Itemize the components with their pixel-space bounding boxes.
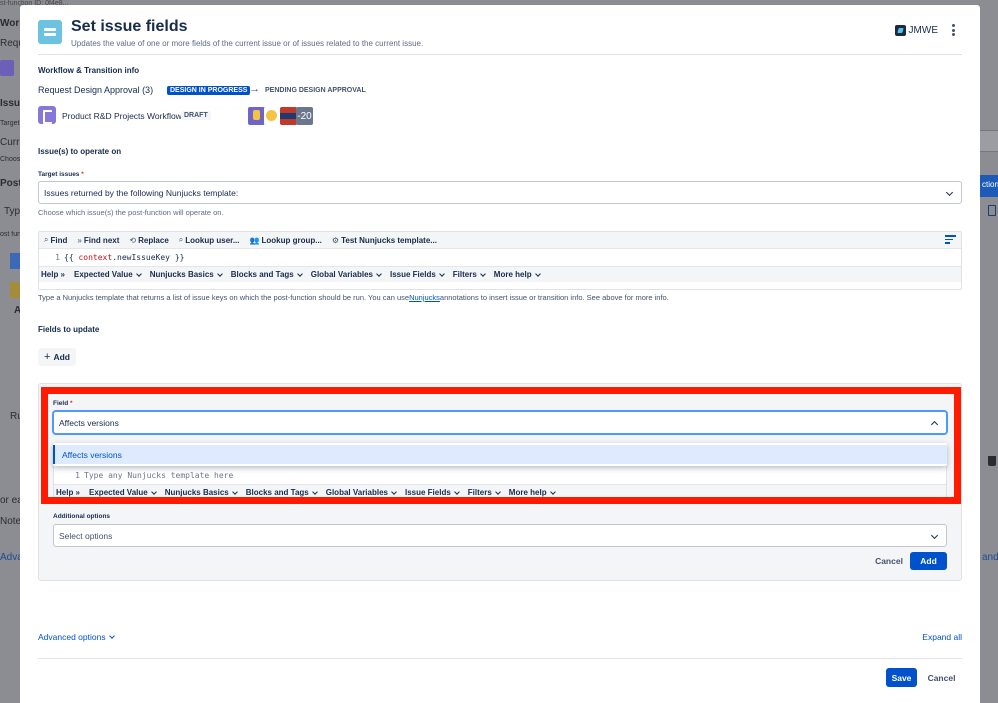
- target-issues-select[interactable]: Issues returned by the following Nunjuck…: [38, 181, 962, 204]
- modal-subtitle: Updates the value of one or more fields …: [71, 39, 424, 48]
- find-next-button[interactable]: » Find next: [77, 236, 119, 245]
- expected-value-menu[interactable]: Expected Value: [74, 270, 142, 279]
- header-divider: [38, 54, 962, 55]
- chevron-down-icon: [945, 188, 954, 197]
- additional-options-label: Additional options: [53, 513, 111, 520]
- footer-divider: [38, 658, 962, 659]
- panel-add-button[interactable]: Add: [910, 552, 947, 570]
- global-variables-menu[interactable]: Global Variables: [311, 270, 382, 279]
- target-issues-helper: Choose which issue(s) the post-function …: [38, 208, 224, 217]
- editor-toolbar: ⌕ Find » Find next ⟲ Replace ⌕ Lookup user..…: [39, 232, 961, 249]
- blocks-tags-menu[interactable]: Blocks and Tags: [231, 270, 303, 279]
- bg-text: ction: [982, 180, 998, 189]
- avatar[interactable]: [248, 107, 265, 125]
- group-icon: 👥: [249, 235, 260, 245]
- help-menu[interactable]: Help »: [41, 270, 65, 279]
- arrow-right-icon: →: [249, 83, 260, 95]
- fields-section-title: Fields to update: [38, 325, 100, 334]
- find-button[interactable]: ⌕ Find: [44, 235, 67, 245]
- chevron-down-icon: [376, 270, 382, 277]
- avatar-group[interactable]: -20: [248, 107, 313, 125]
- modal-title: Set issue fields: [71, 18, 188, 35]
- bg-text: ost fun: [0, 231, 22, 238]
- target-issues-label: Target issues *: [38, 171, 84, 178]
- transition-name: Request Design Approval (3): [38, 85, 154, 95]
- from-status-lozenge: DESIGN IN PROGRESS: [167, 86, 251, 95]
- replace-icon: ⟲: [129, 235, 137, 245]
- set-issue-fields-modal: Set issue fields Updates the value of on…: [20, 5, 980, 703]
- chevron-down-icon: [534, 270, 541, 277]
- code-text[interactable]: {{ context.newIssueKey }}: [64, 253, 184, 262]
- workflow-state-lozenge: DRAFT: [181, 111, 211, 120]
- chevron-down-icon: [479, 270, 486, 277]
- gear-icon: ⚙: [331, 235, 340, 245]
- chevron-down-icon: [216, 270, 223, 277]
- template-helper: Type a Nunjucks template that returns a …: [38, 293, 669, 302]
- workflow-name: Product R&D Projects Workflow: [62, 111, 182, 121]
- target-issues-value: Issues returned by the following Nunjuck…: [44, 187, 239, 198]
- jmwe-logo-icon: [894, 25, 906, 36]
- cancel-button[interactable]: Cancel: [923, 668, 960, 687]
- chevron-up-icon: [930, 420, 939, 429]
- chevron-down-icon: [135, 270, 142, 277]
- bg-doc-icon: [988, 205, 996, 216]
- to-status-lozenge: PENDING DESIGN APPROVAL: [265, 87, 366, 94]
- chevrons-right-icon: »: [77, 235, 82, 245]
- workflow-section-title: Workflow & Transition info: [38, 66, 140, 75]
- nunjucks-editor[interactable]: ⌕ Find » Find next ⟲ Replace ⌕ Lookup user..…: [38, 231, 962, 290]
- expand-all-link[interactable]: Expand all: [922, 632, 962, 642]
- search-icon: ⌕: [44, 235, 49, 244]
- plus-icon: +: [44, 351, 51, 363]
- add-field-button[interactable]: + Add: [38, 348, 76, 366]
- more-help-menu[interactable]: More help: [494, 270, 541, 279]
- lookup-user-button[interactable]: ⌕ Lookup user...: [179, 235, 240, 245]
- bg-text: and a: [982, 552, 998, 563]
- dropdown-option-affects-versions[interactable]: Affects versions: [53, 445, 947, 464]
- field-select[interactable]: Affects versions: [53, 411, 947, 434]
- avatar[interactable]: [264, 107, 281, 125]
- chevron-down-icon: [930, 531, 939, 540]
- panel-cancel-button[interactable]: Cancel: [869, 552, 909, 570]
- workflow-icon: [38, 106, 56, 124]
- avatar[interactable]: [280, 107, 297, 125]
- jmwe-badge[interactable]: JMWE: [894, 25, 938, 36]
- bg-select: [978, 130, 998, 152]
- chevron-down-icon: [296, 270, 303, 277]
- modal-header: Set issue fields Updates the value of on…: [38, 17, 962, 53]
- avatar-overflow-count[interactable]: -20: [296, 107, 313, 125]
- chevron-down-icon: [438, 270, 445, 277]
- save-button[interactable]: Save: [886, 668, 917, 687]
- search-icon: ⌕: [178, 235, 184, 244]
- editor-line[interactable]: 1 {{ context.newIssueKey }}: [39, 249, 961, 266]
- replace-button[interactable]: ⟲ Replace: [129, 236, 168, 245]
- editor-help-bar: Help » Expected Value Nunjucks Basics Bl…: [39, 266, 961, 282]
- test-template-button[interactable]: ⚙ Test Nunjucks template...: [332, 236, 437, 245]
- bg-trash-icon: [988, 456, 996, 466]
- bg-block: [10, 253, 20, 269]
- post-function-icon: [38, 20, 62, 44]
- lookup-group-button[interactable]: 👥 Lookup group...: [250, 236, 322, 245]
- additional-options-placeholder: Select options: [59, 530, 113, 541]
- nunjucks-link[interactable]: Nunjucks: [409, 293, 440, 302]
- filters-menu[interactable]: Filters: [453, 270, 486, 279]
- nunjucks-basics-menu[interactable]: Nunjucks Basics: [150, 270, 223, 279]
- issue-fields-menu[interactable]: Issue Fields: [390, 270, 445, 279]
- field-label: Field *: [53, 400, 73, 407]
- advanced-options-toggle[interactable]: Advanced options: [38, 632, 115, 642]
- chevron-down-icon: [108, 633, 115, 639]
- more-menu-icon[interactable]: [948, 23, 958, 37]
- bg-workflow-icon: [0, 60, 14, 76]
- issues-section-title: Issue(s) to operate on: [38, 147, 122, 156]
- field-dropdown-menu: Affects versions: [53, 443, 947, 466]
- jmwe-label: JMWE: [908, 25, 938, 36]
- word-wrap-icon[interactable]: [945, 235, 956, 245]
- additional-options-select[interactable]: Select options: [53, 524, 947, 547]
- field-select-value: Affects versions: [59, 417, 119, 428]
- bg-block: [10, 282, 20, 298]
- line-number: 1: [55, 253, 60, 262]
